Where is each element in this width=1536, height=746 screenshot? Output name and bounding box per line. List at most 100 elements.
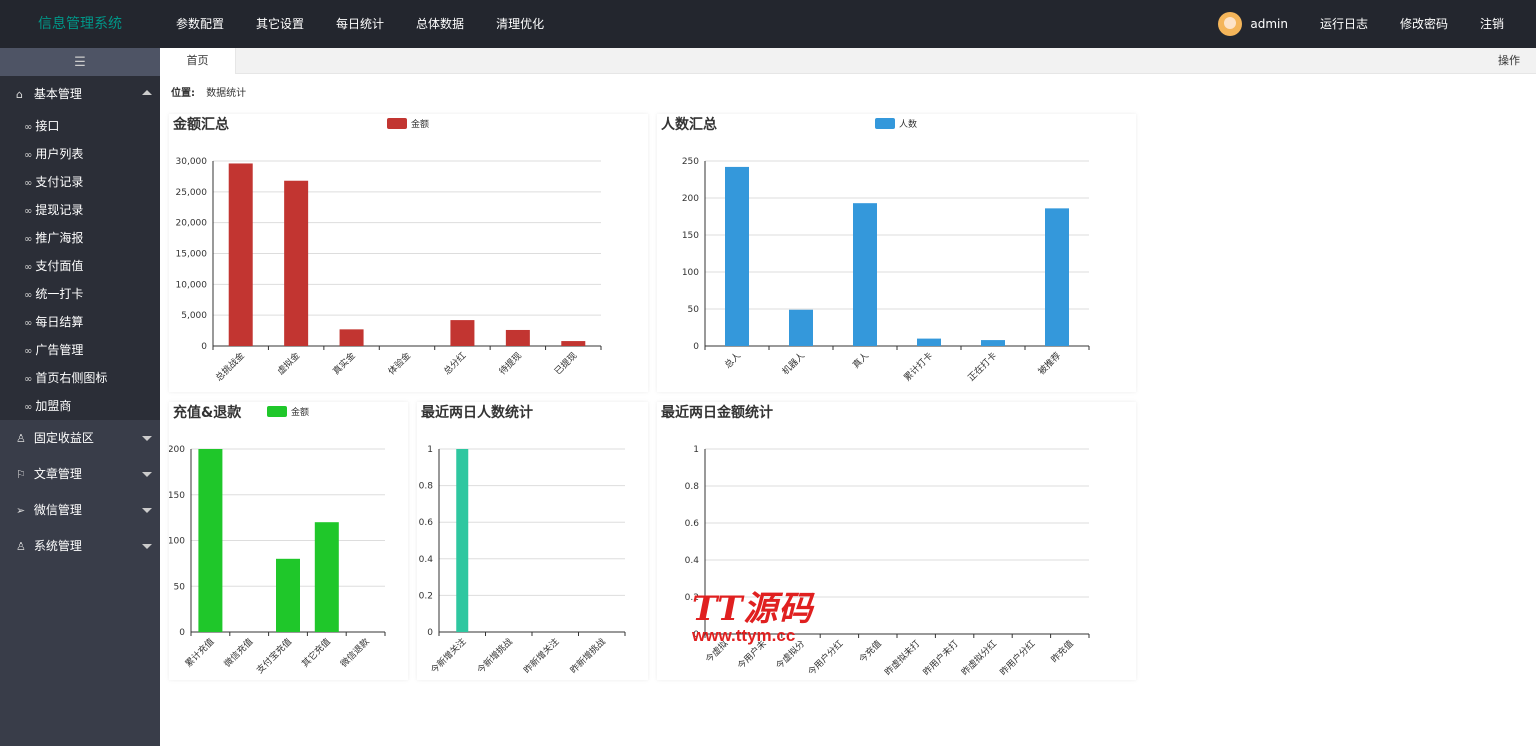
watermark: TT源码 www.ttym.cc	[692, 592, 842, 646]
sidebar-submenu-basic: ∞ 接口 ∞ 用户列表 ∞ 支付记录 ∞ 提现记录 ∞ 推广海报 ∞ 支付面值 ∞ 统一打卡 …	[0, 112, 160, 420]
tab-operations-button[interactable]: 操作	[1498, 48, 1520, 74]
chevron-up-icon	[142, 90, 152, 95]
sidebar-group-wechat[interactable]: ➢ 微信管理	[0, 492, 160, 528]
y-tick-label: 50	[174, 582, 186, 592]
user-group-icon: ♙	[16, 432, 26, 445]
bar	[339, 329, 364, 346]
link-icon: ∞	[24, 346, 33, 357]
x-tick-label: 今充值	[856, 638, 884, 666]
y-tick-label: 0.4	[419, 555, 434, 565]
sidebar-item-ads[interactable]: ∞ 广告管理	[0, 336, 160, 364]
sidebar-item-posters[interactable]: ∞ 推广海报	[0, 224, 160, 252]
bar	[853, 203, 877, 346]
run-log-link[interactable]: 运行日志	[1304, 0, 1384, 48]
y-tick-label: 0	[179, 628, 185, 638]
sidebar-item-api[interactable]: ∞ 接口	[0, 112, 160, 140]
chart-title: 充值&退款	[173, 404, 242, 421]
x-tick-label: 微信充值	[221, 636, 255, 670]
y-tick-label: 200	[169, 445, 185, 455]
tab-home[interactable]: 首页	[160, 48, 236, 74]
sidebar-item-denominations[interactable]: ∞ 支付面值	[0, 252, 160, 280]
x-tick-label: 今新增挑战	[475, 636, 515, 676]
topnav-params[interactable]: 参数配置	[160, 0, 240, 48]
bar	[450, 320, 475, 346]
app-brand[interactable]: 信息管理系统	[0, 0, 160, 48]
sidebar-item-checkin[interactable]: ∞ 统一打卡	[0, 280, 160, 308]
sidebar-group-basic[interactable]: ⌂ 基本管理	[0, 76, 160, 112]
topnav-daily-stats[interactable]: 每日统计	[320, 0, 400, 48]
y-tick-label: 0.8	[419, 482, 434, 492]
chart-title: 最近两日金额统计	[661, 404, 773, 421]
people-summary-chart: 人数汇总 人数 0 50 100 150 200 250 总人 机器人 真人 累计打卡 正在打卡 被推荐	[657, 114, 1136, 392]
change-password-link[interactable]: 修改密码	[1384, 0, 1464, 48]
x-tick-label: 累计打卡	[901, 350, 935, 384]
bar	[198, 449, 223, 632]
link-icon: ∞	[24, 206, 33, 217]
bar	[917, 338, 941, 346]
home-icon: ⌂	[16, 88, 23, 101]
sidebar-item-home-icons[interactable]: ∞ 首页右侧图标	[0, 364, 160, 392]
link-icon: ∞	[24, 402, 33, 413]
link-icon: ∞	[24, 122, 33, 133]
sidebar-item-payments[interactable]: ∞ 支付记录	[0, 168, 160, 196]
y-tick-label: 1	[693, 445, 699, 455]
link-icon: ∞	[24, 150, 33, 161]
y-tick-label: 100	[682, 268, 699, 278]
sidebar: ☰ ⌂ 基本管理 ∞ 接口 ∞ 用户列表 ∞ 支付记录 ∞ 提现记录 ∞ 推广海报 ∞ 支付…	[0, 48, 160, 746]
y-tick-label: 0.8	[685, 482, 700, 492]
logout-link[interactable]: 注销	[1464, 0, 1520, 48]
amount-summary-chart: 金额汇总 金额 0 5,000 10,000 15,000 20,000 25,000 30,0…	[169, 114, 648, 392]
avatar	[1218, 12, 1243, 36]
link-icon: ∞	[24, 234, 33, 245]
x-tick-label: 待提现	[496, 350, 524, 378]
username: admin	[1250, 17, 1288, 31]
y-tick-label: 15,000	[176, 250, 208, 260]
y-tick-label: 0	[693, 342, 699, 352]
sidebar-item-label: 提现记录	[35, 203, 84, 217]
x-tick-label: 昨虚拟未打	[882, 638, 922, 678]
bar	[314, 522, 339, 632]
sidebar-group-system[interactable]: ♙ 系统管理	[0, 528, 160, 564]
bar	[561, 341, 586, 346]
x-tick-label: 累计充值	[183, 636, 217, 670]
sidebar-group-label: 微信管理	[33, 503, 82, 517]
sidebar-item-user-list[interactable]: ∞ 用户列表	[0, 140, 160, 168]
sidebar-group-label: 系统管理	[33, 539, 82, 553]
topnav-other-settings[interactable]: 其它设置	[240, 0, 320, 48]
sidebar-item-label: 支付记录	[35, 175, 84, 189]
sidebar-item-label: 广告管理	[35, 343, 84, 357]
breadcrumb-label: 位置:	[171, 88, 195, 99]
bar	[789, 309, 813, 346]
sidebar-group-fixed-income[interactable]: ♙ 固定收益区	[0, 420, 160, 456]
sidebar-item-daily-settlement[interactable]: ∞ 每日结算	[0, 308, 160, 336]
legend-swatch	[267, 406, 287, 417]
sidebar-item-franchise[interactable]: ∞ 加盟商	[0, 392, 160, 420]
x-tick-label: 虚拟金	[275, 350, 303, 378]
topnav-cleanup[interactable]: 清理优化	[480, 0, 560, 48]
legend-label: 金额	[291, 406, 309, 418]
legend-swatch	[387, 118, 407, 129]
x-tick-label: 已提现	[553, 350, 580, 377]
y-tick-label: 200	[682, 194, 699, 204]
sidebar-item-label: 用户列表	[35, 147, 84, 161]
sidebar-item-label: 支付面值	[35, 259, 84, 273]
sidebar-toggle-button[interactable]: ☰	[0, 48, 160, 76]
y-tick-label: 150	[169, 491, 185, 501]
x-tick-label: 真实金	[330, 350, 358, 378]
user-icon: ♙	[16, 540, 26, 553]
sidebar-item-label: 每日结算	[35, 315, 84, 329]
chevron-down-icon	[142, 544, 152, 549]
x-tick-label: 其它充值	[299, 636, 333, 670]
x-tick-label: 总挑战金	[213, 350, 247, 384]
bar	[228, 163, 253, 346]
topnav-overall-data[interactable]: 总体数据	[400, 0, 480, 48]
chart-title: 人数汇总	[661, 116, 717, 133]
menu-collapse-icon: ☰	[74, 54, 86, 70]
link-icon: ∞	[24, 262, 33, 273]
user-menu[interactable]: admin	[1218, 12, 1304, 36]
y-tick-label: 100	[169, 537, 185, 547]
sidebar-item-withdrawals[interactable]: ∞ 提现记录	[0, 196, 160, 224]
sidebar-group-articles[interactable]: ⚐ 文章管理	[0, 456, 160, 492]
sidebar-item-label: 接口	[35, 119, 60, 133]
watermark-url: www.ttym.cc	[692, 626, 796, 645]
